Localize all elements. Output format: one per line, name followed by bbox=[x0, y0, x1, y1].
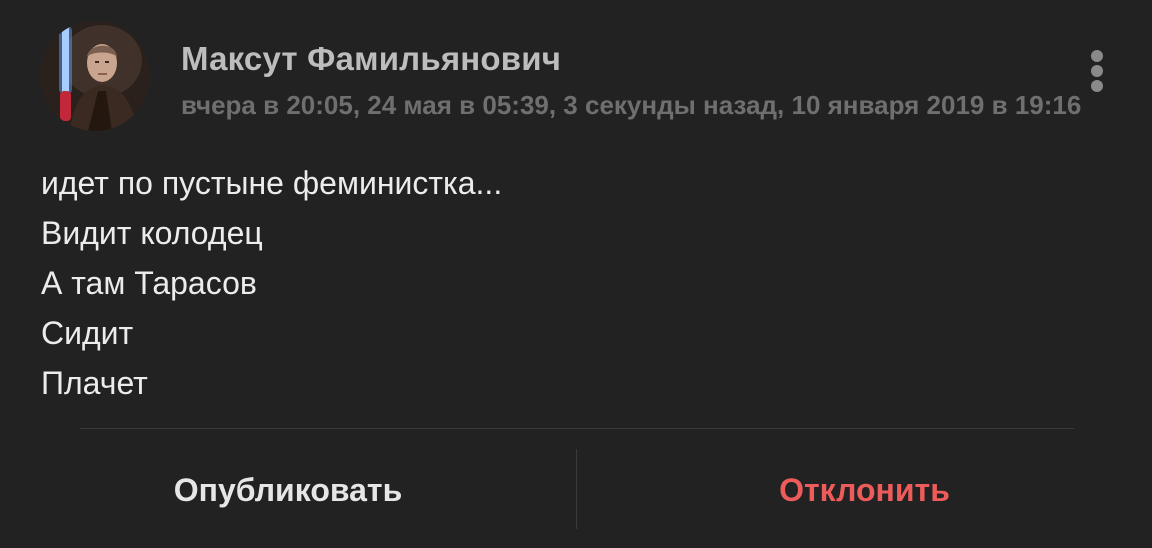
publish-button[interactable]: Опубликовать bbox=[0, 450, 576, 530]
post-line: Видит колодец bbox=[41, 215, 263, 251]
post-text: идет по пустыне феминистка... Видит коло… bbox=[41, 158, 1101, 408]
post-card: Максут Фамильянович вчера в 20:05, 24 ма… bbox=[0, 0, 1152, 548]
post-line: А там Тарасов bbox=[41, 265, 257, 301]
post-timestamp: вчера в 20:05, 24 мая в 05:39, 3 секунды… bbox=[181, 90, 1082, 120]
reject-button[interactable]: Отклонить bbox=[577, 450, 1152, 530]
more-vertical-icon bbox=[1091, 50, 1103, 62]
avatar[interactable] bbox=[40, 21, 150, 131]
post-line: Сидит bbox=[41, 315, 134, 351]
post-line: Плачет bbox=[41, 365, 148, 401]
more-options-button[interactable] bbox=[1080, 46, 1114, 96]
actions-divider bbox=[80, 428, 1074, 429]
avatar-image bbox=[40, 21, 150, 131]
post-line: идет по пустыне феминистка... bbox=[41, 165, 503, 201]
more-vertical-icon-dot bbox=[1091, 65, 1103, 77]
more-vertical-icon-dot bbox=[1091, 80, 1103, 92]
author-name[interactable]: Максут Фамильянович bbox=[181, 40, 561, 78]
